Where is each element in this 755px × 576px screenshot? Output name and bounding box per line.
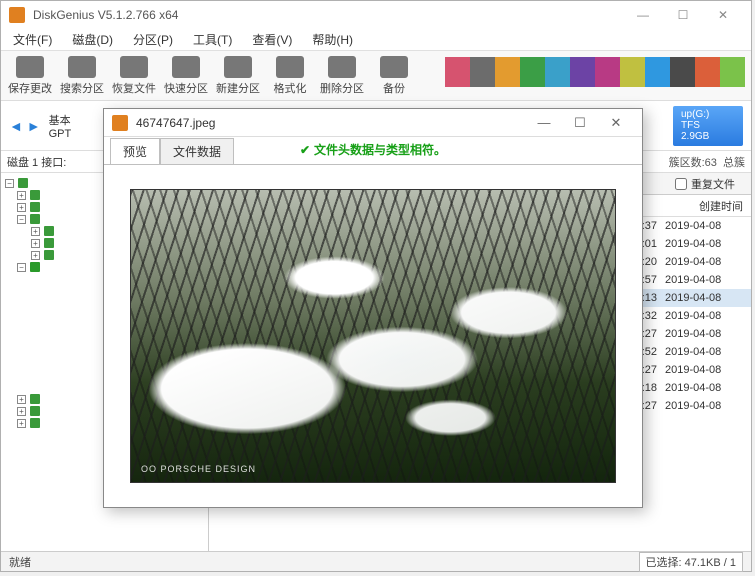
preview-title: 46747647.jpeg — [136, 116, 526, 130]
tool-search[interactable]: 搜索分区 — [59, 56, 105, 96]
save-icon — [16, 56, 44, 78]
tool-save[interactable]: 保存更改 — [7, 56, 53, 96]
disk-nav[interactable]: ◄ ► — [9, 118, 41, 134]
main-titlebar[interactable]: DiskGenius V5.1.2.766 x64 — ☐ ✕ — [1, 1, 751, 29]
menu-disk[interactable]: 磁盘(D) — [66, 29, 119, 50]
search-icon — [68, 56, 96, 78]
folder-icon — [18, 178, 28, 188]
tab-preview[interactable]: 预览 — [110, 138, 160, 164]
preview-body: OO PORSCHE DESIGN — [104, 165, 642, 507]
preview-note: 文件头数据与类型相符。 — [300, 141, 446, 158]
tool-recover[interactable]: 恢复文件 — [111, 56, 157, 96]
close-button[interactable]: ✕ — [703, 3, 743, 27]
disk-interface: 磁盘 1 接口: — [1, 154, 72, 170]
recover-icon — [120, 56, 148, 78]
menu-view[interactable]: 查看(V) — [246, 29, 298, 50]
preview-image: OO PORSCHE DESIGN — [130, 189, 616, 483]
tool-quickpart[interactable]: 快速分区 — [163, 56, 209, 96]
preview-tabs: 预览 文件数据 文件头数据与类型相符。 — [104, 137, 642, 165]
status-ready: 就绪 — [9, 554, 31, 570]
preview-window[interactable]: 46747647.jpeg — ☐ ✕ 预览 文件数据 文件头数据与类型相符。 … — [103, 108, 643, 508]
menu-file[interactable]: 文件(F) — [7, 29, 58, 50]
menu-help[interactable]: 帮助(H) — [306, 29, 359, 50]
minimize-button[interactable]: — — [623, 3, 663, 27]
statusbar: 就绪 已选择: 47.1KB / 1 — [1, 551, 751, 571]
dup-checkbox[interactable] — [675, 178, 687, 190]
app-title: DiskGenius V5.1.2.766 x64 — [33, 8, 623, 22]
preview-titlebar[interactable]: 46747647.jpeg — ☐ ✕ — [104, 109, 642, 137]
backup-icon — [380, 56, 408, 78]
partition-box[interactable]: up(G:) TFS 2.9GB — [673, 106, 743, 146]
app-icon — [9, 7, 25, 23]
menubar: 文件(F) 磁盘(D) 分区(P) 工具(T) 查看(V) 帮助(H) — [1, 29, 751, 51]
menu-tools[interactable]: 工具(T) — [187, 29, 238, 50]
menu-partition[interactable]: 分区(P) — [127, 29, 179, 50]
preview-minimize-button[interactable]: — — [526, 115, 562, 130]
obscured-overlay — [445, 57, 745, 87]
preview-app-icon — [112, 115, 128, 131]
col-dup[interactable]: 重复文件 — [691, 176, 751, 192]
watermark-line1: OO PORSCHE DESIGN — [141, 464, 256, 474]
tool-newpart[interactable]: 新建分区 — [215, 56, 261, 96]
format-icon — [276, 56, 304, 78]
tool-backup[interactable]: 备份 — [371, 56, 417, 96]
toolbar: 保存更改 搜索分区 恢复文件 快速分区 新建分区 格式化 删除分区 备份 — [1, 51, 751, 101]
delete-icon — [328, 56, 356, 78]
disk-label: 基本 GPT — [49, 112, 72, 140]
col-time[interactable]: 创建时间 — [661, 198, 751, 214]
tool-delete[interactable]: 删除分区 — [319, 56, 365, 96]
tab-filedata[interactable]: 文件数据 — [160, 138, 234, 164]
status-selected: 已选择: 47.1KB / 1 — [639, 552, 743, 572]
tool-format[interactable]: 格式化 — [267, 56, 313, 96]
preview-maximize-button[interactable]: ☐ — [562, 115, 598, 131]
maximize-button[interactable]: ☐ — [663, 3, 703, 27]
quickpart-icon — [172, 56, 200, 78]
newpart-icon — [224, 56, 252, 78]
preview-close-button[interactable]: ✕ — [598, 115, 634, 131]
